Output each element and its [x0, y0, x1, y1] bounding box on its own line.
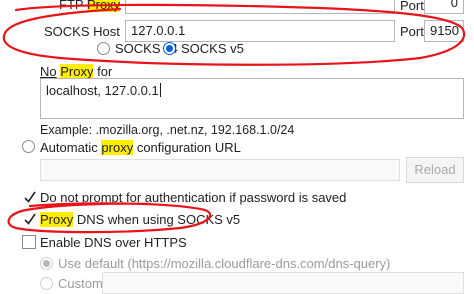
- doh-custom-label: Custom: [58, 276, 103, 291]
- doh-custom-radio[interactable]: [40, 277, 53, 290]
- no-auth-prompt-checkbox[interactable]: [22, 190, 36, 204]
- ftp-port-label: Port: [400, 0, 424, 13]
- no-proxy-example: Example: .mozilla.org, .net.nz, 192.168.…: [40, 123, 295, 137]
- doh-label: Enable DNS over HTTPS: [40, 235, 187, 250]
- auto-config-label-highlight: proxy: [101, 140, 134, 155]
- ftp-port-field[interactable]: 0: [424, 0, 464, 14]
- no-proxy-textarea[interactable]: localhost, 127.0.0.1: [40, 78, 464, 119]
- ftp-proxy-label-highlight: Proxy: [86, 0, 121, 12]
- doh-use-default-label: Use default (https://mozilla.cloudflare-…: [58, 256, 391, 271]
- reload-button[interactable]: Reload: [406, 157, 464, 183]
- ftp-proxy-label: FTP Proxy: [59, 0, 121, 12]
- auto-config-url-field[interactable]: [40, 159, 400, 181]
- auto-config-radio[interactable]: [22, 140, 35, 153]
- no-proxy-label-no: No: [40, 64, 57, 79]
- socks-host-field[interactable]: 127.0.0.1: [125, 20, 395, 42]
- doh-checkbox[interactable]: [22, 235, 36, 249]
- socks-v5-radio[interactable]: [163, 42, 176, 55]
- socks-host-label: SOCKS Host: [44, 24, 120, 39]
- text-caret: [159, 83, 161, 97]
- auto-config-label: Automatic proxy configuration URL: [40, 140, 241, 155]
- checkmark-icon: [24, 213, 36, 225]
- socks-port-label: Port: [400, 24, 424, 39]
- checkmark-icon: [24, 191, 36, 203]
- ftp-proxy-label-prefix: FTP: [59, 0, 87, 12]
- doh-use-default-radio[interactable]: [40, 257, 53, 270]
- no-proxy-label-rest: for: [93, 64, 113, 79]
- no-auth-prompt-label: Do not prompt for authentication if pass…: [40, 190, 347, 205]
- doh-custom-field[interactable]: [102, 272, 464, 294]
- socks-v4-radio[interactable]: [97, 42, 110, 55]
- auto-config-label-rest: configuration URL: [133, 140, 241, 155]
- proxy-dns-checkbox[interactable]: [22, 212, 36, 226]
- no-proxy-value: localhost, 127.0.0.1: [46, 83, 159, 98]
- socks-port-field[interactable]: 9150: [424, 20, 464, 42]
- socks-v5-label: SOCKS v5: [181, 41, 244, 56]
- no-proxy-label: No Proxy for: [40, 64, 112, 79]
- proxy-dns-label: Proxy DNS when using SOCKS v5: [40, 212, 240, 227]
- no-proxy-label-highlight: Proxy: [60, 64, 94, 79]
- ftp-proxy-host-field[interactable]: [125, 0, 395, 14]
- auto-config-label-prefix: Automatic: [40, 140, 102, 155]
- proxy-dns-label-highlight: Proxy: [40, 212, 74, 227]
- proxy-dns-label-rest: DNS when using SOCKS v5: [73, 212, 241, 227]
